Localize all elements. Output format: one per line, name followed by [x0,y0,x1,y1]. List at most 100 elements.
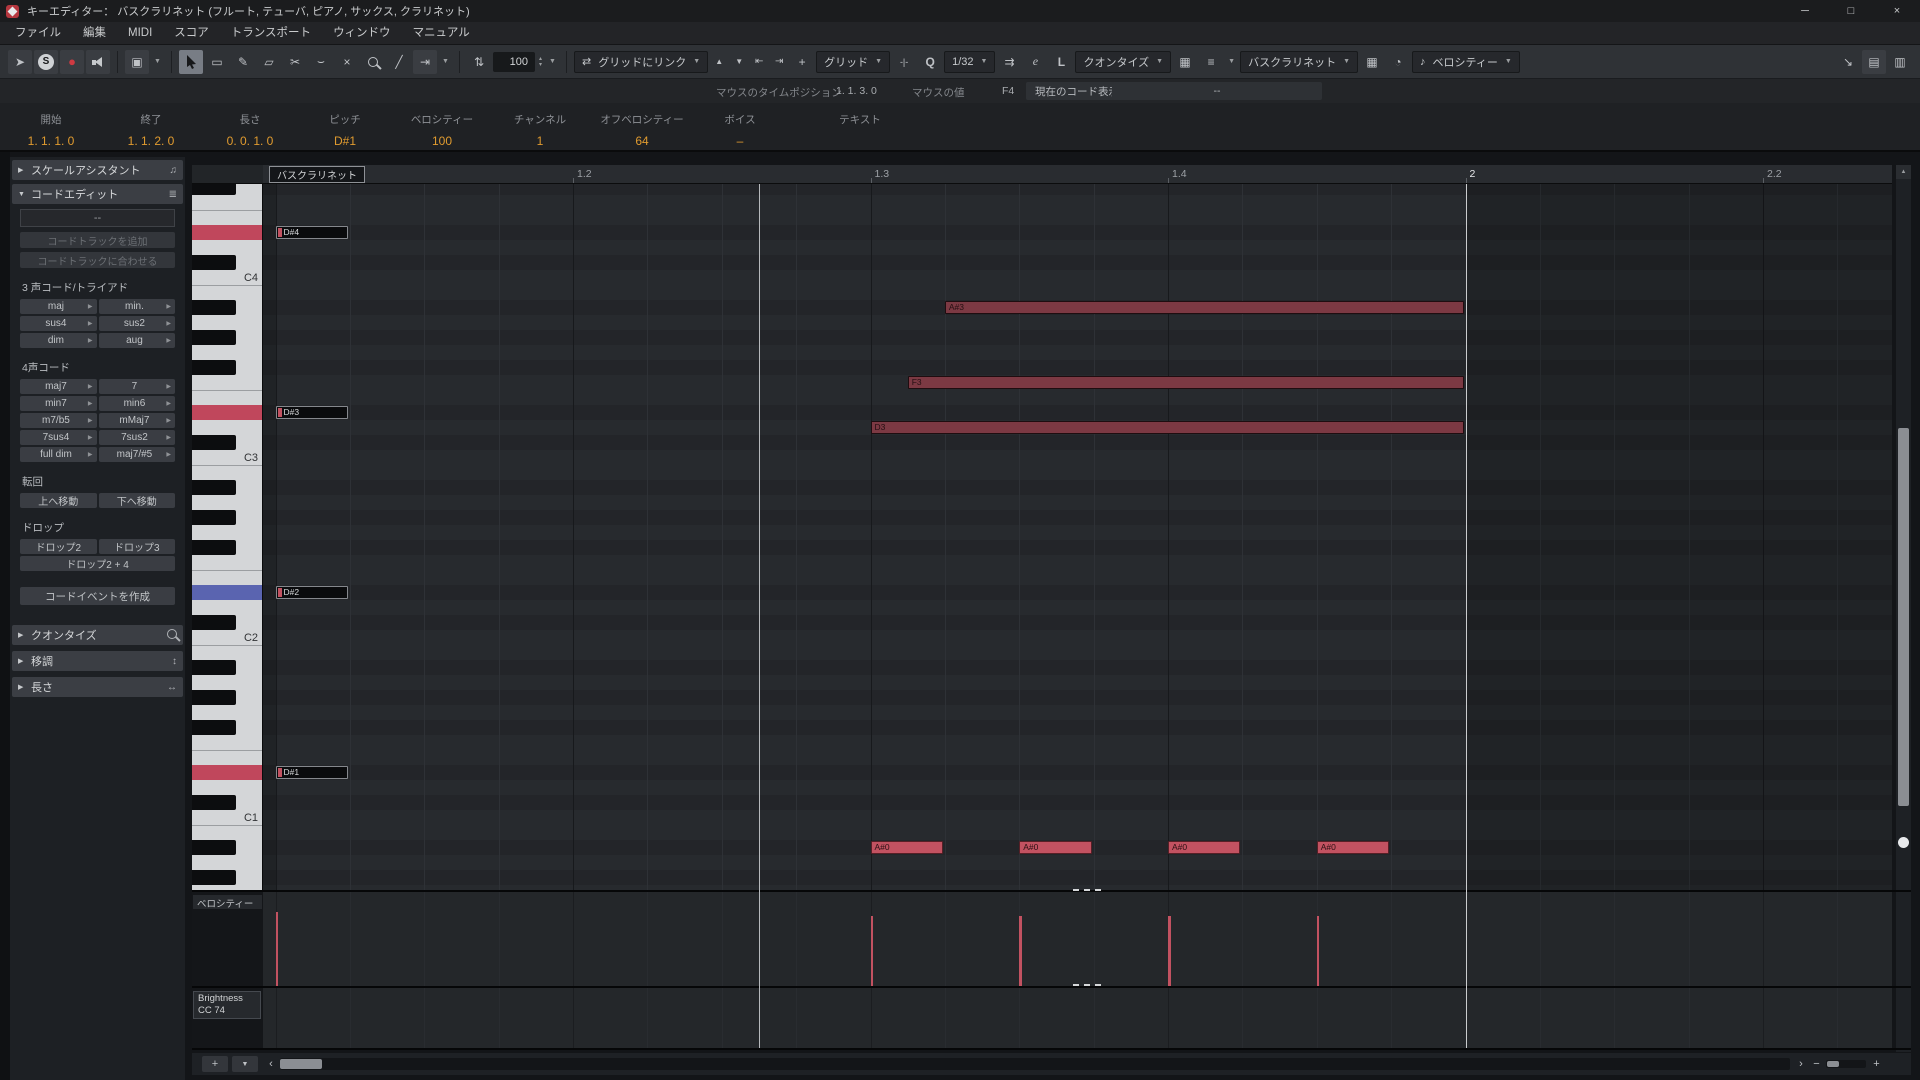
menu-item-6[interactable]: ウィンドウ [322,22,402,45]
range-selection-tool[interactable]: ▭ [205,50,229,74]
part-selector-combo[interactable]: バスクラリネット▼ [1240,51,1358,73]
match-chord-track-button[interactable]: コードトラックに合わせる [20,252,175,268]
insert-velocity-field[interactable]: 100 [493,52,535,72]
right-zone-toggle[interactable]: ▥ [1888,50,1912,74]
mute-tool[interactable]: × [335,50,359,74]
length-quantize-combo[interactable]: クオンタイズ▼ [1075,51,1171,73]
key-F#3[interactable] [192,360,236,375]
key-A#0[interactable] [192,840,236,855]
cc-lane[interactable] [263,988,1892,1048]
triad-button-sus4[interactable]: sus4▶ [20,316,97,331]
left-zone-toggle[interactable]: ▤ [1862,50,1886,74]
key-D4[interactable] [192,240,263,255]
event-colors-combo[interactable]: ♪ベロシティー▼ [1412,51,1520,73]
timeline-ruler[interactable]: 1.21.31.422.2 [263,165,1892,184]
velocity-stalk[interactable] [1168,916,1171,986]
key-C#1[interactable] [192,795,236,810]
zoom-in-button[interactable]: + [1870,1056,1883,1072]
key-A2[interactable] [192,495,263,510]
chord4-button-maj75[interactable]: maj7/#5▶ [99,447,176,462]
keyboard-zoom-knob[interactable] [1898,837,1909,848]
velocity-spinner[interactable]: ▴▾ [537,56,544,68]
menu-item-5[interactable]: トランスポート [220,22,322,45]
zoom-preset-menu-button[interactable]: ▼ [232,1056,258,1072]
pin-button[interactable]: ➤ [8,50,32,74]
glue-tool[interactable]: ⌣ [309,50,333,74]
record-in-editor-button[interactable]: ● [60,50,84,74]
maximize-button[interactable]: □ [1828,0,1874,22]
minimize-button[interactable]: ─ [1782,0,1828,22]
key-C#2[interactable] [192,615,236,630]
midi-note-A#0[interactable]: A#0 [1168,841,1240,854]
chord4-button-7sus2[interactable]: 7sus2▶ [99,430,176,445]
midi-note-A#0[interactable]: A#0 [1317,841,1389,854]
velocity-dropdown[interactable]: ▼ [546,50,559,74]
lane-resize-handle[interactable] [1073,889,1101,891]
key-D1[interactable] [192,780,263,795]
camera-button[interactable]: ▣ [125,50,149,74]
zoom-slider-track[interactable] [1826,1060,1866,1068]
key-G#3[interactable] [192,330,236,345]
key-E4[interactable] [192,210,263,225]
key-G3[interactable] [192,345,263,360]
zoom-slider-thumb[interactable] [1827,1061,1839,1067]
zoom-out-button[interactable]: − [1810,1056,1823,1072]
color-scheme-button[interactable]: ▦ [1173,50,1197,74]
autoscroll-button[interactable]: ⇥ [413,50,437,74]
note-info-field-9[interactable]: テキスト [839,112,881,134]
menu-item-2[interactable]: 編集 [72,22,117,45]
nudge-left-button[interactable]: ⇤ [750,50,768,74]
midi-note-D#2[interactable]: D#2 [276,586,348,599]
section-chord-edit[interactable]: ▼ コードエディット ≣ [12,184,183,204]
triad-button-dim[interactable]: dim▶ [20,333,97,348]
apply-quantize-button[interactable]: ⇉ [997,50,1021,74]
note-info-field-7[interactable]: オフベロシティー64 [600,112,683,148]
velocity-stalk[interactable] [1317,916,1320,986]
add-chord-track-button[interactable]: コードトラックを追加 [20,232,175,248]
triad-button-min[interactable]: min.▶ [99,299,176,314]
window-layout-button[interactable]: ↘ [1836,50,1860,74]
key-G1[interactable] [192,705,263,720]
midi-note-D#1[interactable]: D#1 [276,766,348,779]
grid-type-combo[interactable]: グリッド▼ [816,51,890,73]
key-C#3[interactable] [192,435,236,450]
create-chord-event-button[interactable]: コードイベントを作成 [20,587,175,605]
midi-note-D#4[interactable]: D#4 [276,226,348,239]
key-D#1[interactable] [192,765,263,780]
drop-button-24[interactable]: ドロップ2 + 4 [20,556,175,571]
key-F2[interactable] [192,555,263,570]
draw-tool[interactable]: ✎ [231,50,255,74]
key-B3[interactable] [192,285,263,300]
key-G#1[interactable] [192,690,236,705]
camera-dropdown[interactable]: ▼ [151,50,164,74]
velocity-stalk[interactable] [276,912,279,986]
key-F#1[interactable] [192,720,236,735]
key-F#4[interactable] [192,184,236,195]
object-selection-tool[interactable] [179,50,203,74]
line-tool[interactable]: ╱ [387,50,411,74]
chord4-button-min7[interactable]: min7▶ [20,396,97,411]
midi-note-A#0[interactable]: A#0 [871,841,943,854]
vertical-scrollbar[interactable]: ▲ [1896,165,1911,1052]
solo-editor-button[interactable]: S [34,50,58,74]
nudge-up-button[interactable]: ▲ [710,50,728,74]
key-D2[interactable] [192,600,263,615]
menu-item-7[interactable]: マニュアル [402,22,481,45]
chord4-button-m7b5[interactable]: m7/b5▶ [20,413,97,428]
note-info-field-3[interactable]: 長さ0. 0. 1. 0 [227,112,274,148]
triad-button-aug[interactable]: aug▶ [99,333,176,348]
key-F1[interactable] [192,735,263,750]
inversion-button-[interactable]: 下へ移動 [99,493,176,508]
midi-note-D#3[interactable]: D#3 [276,406,348,419]
menu-item-1[interactable]: ファイル [4,22,72,45]
midi-note-F3[interactable]: F3 [908,376,1464,389]
midi-note-A#0[interactable]: A#0 [1019,841,1091,854]
key-E1[interactable] [192,750,263,765]
chord4-button-7sus4[interactable]: 7sus4▶ [20,430,97,445]
list-dropdown[interactable]: ▼ [1225,50,1238,74]
triad-button-sus2[interactable]: sus2▶ [99,316,176,331]
key-F4[interactable] [192,195,263,210]
note-grid[interactable]: D#4D#3D#2D#1A#3F3D3A#0A#0A#0A#0 [263,184,1892,891]
time-display-button[interactable]: ◔ [1386,50,1410,74]
grid-velocity-divider[interactable] [192,890,1911,892]
